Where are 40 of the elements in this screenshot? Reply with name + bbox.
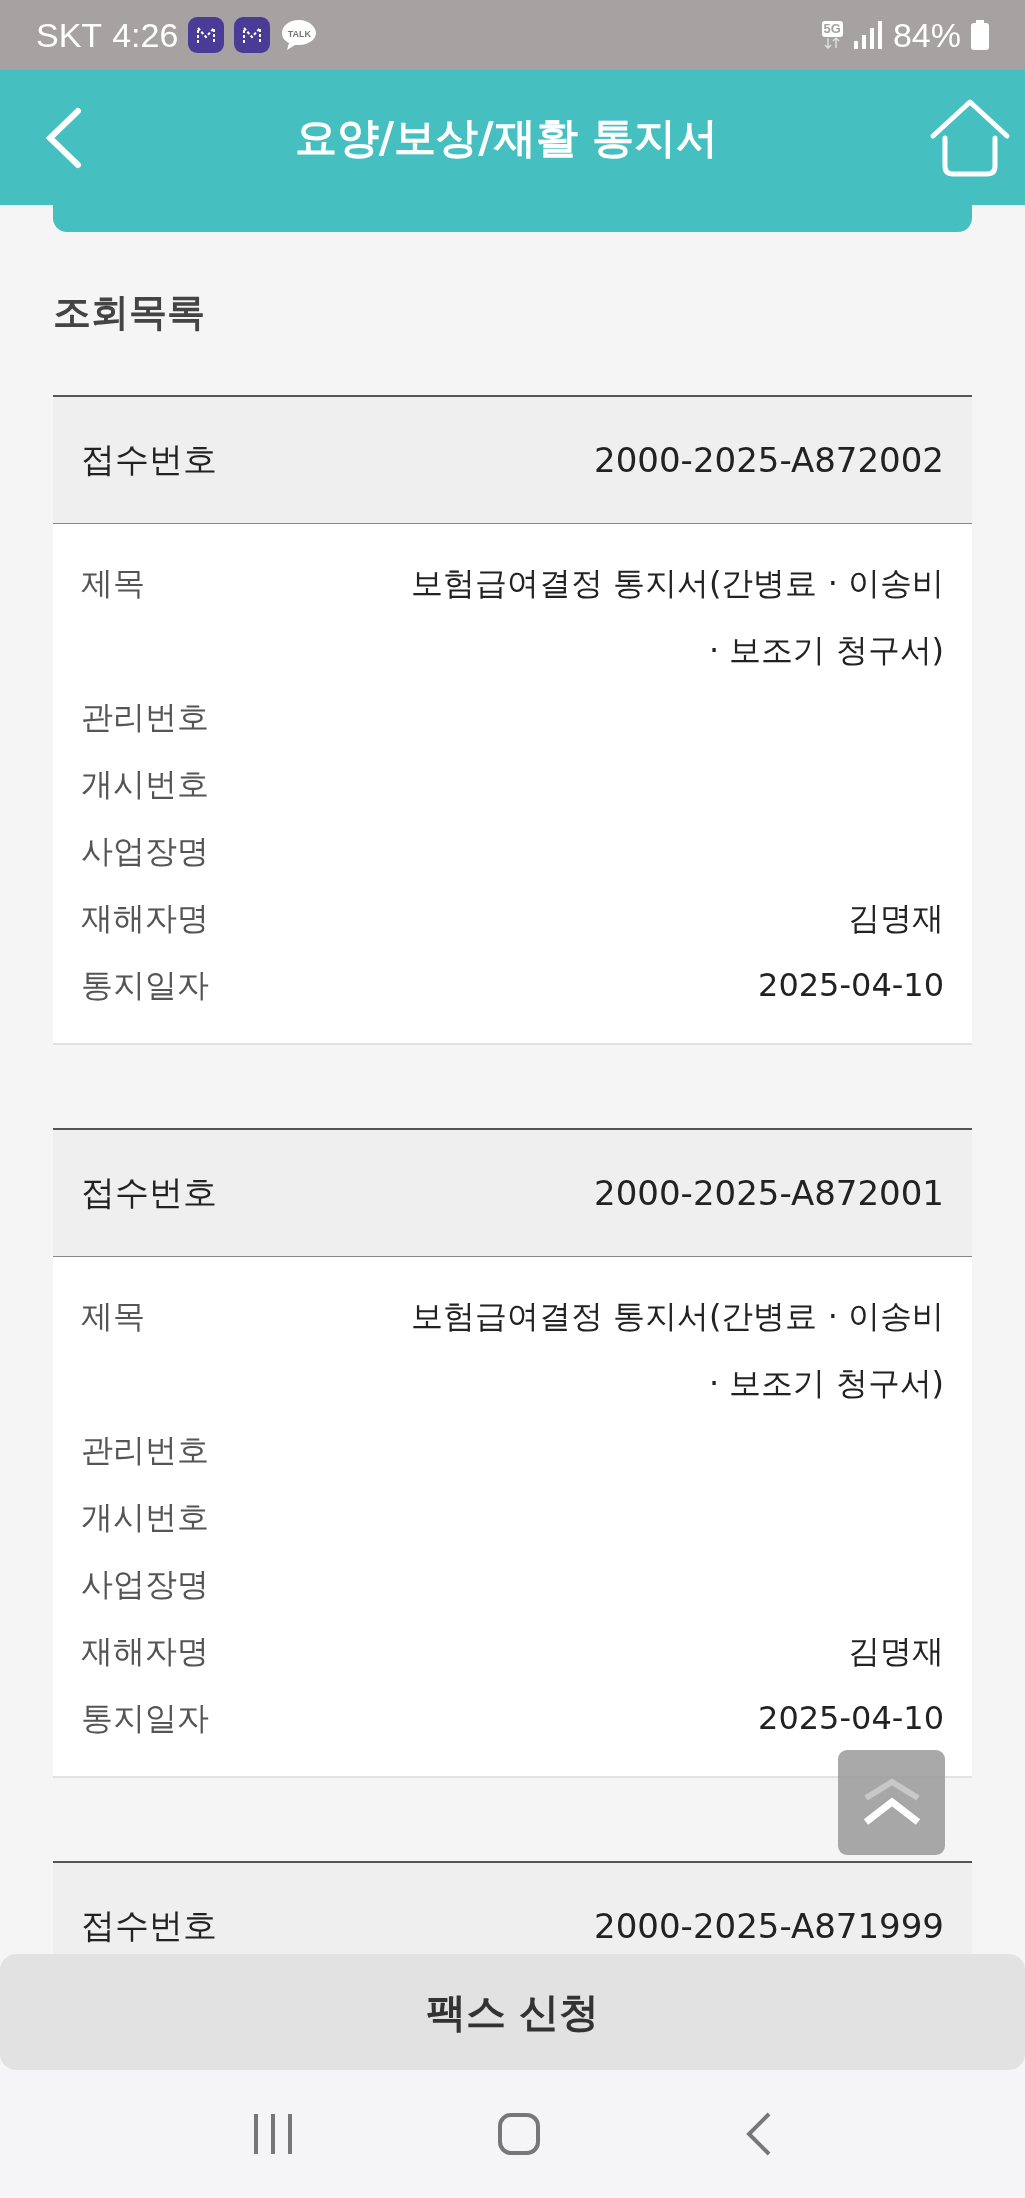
receipt-label: 접수번호 (81, 438, 217, 481)
back-button[interactable] (44, 106, 84, 169)
field-value: 보험급여결정 통지서(간병료 · 이송비 · 보조기 청구서) (409, 563, 944, 671)
receipt-number: 2000-2025-A872002 (594, 440, 944, 480)
field-value: 보험급여결정 통지서(간병료 · 이송비 · 보조기 청구서) (409, 1296, 944, 1404)
scroll-top-button[interactable] (838, 1750, 945, 1855)
field-value: 김명재 (848, 898, 944, 939)
app-icon (234, 17, 271, 53)
field-label: 개시번호 (81, 1497, 210, 1538)
receipt-label: 접수번호 (81, 1171, 217, 1214)
page-title: 요양/보상/재활 통지서 (293, 111, 720, 164)
section-title: 조회목록 (52, 289, 206, 336)
app-icon (188, 17, 225, 53)
field-label: 관리번호 (81, 1430, 210, 1471)
receipt-number: 2000-2025-A872001 (594, 1173, 944, 1213)
receipt-label: 접수번호 (81, 1904, 217, 1947)
field-label: 개시번호 (81, 764, 210, 805)
battery-icon (971, 20, 989, 50)
field-label: 재해자명 (81, 898, 210, 939)
recent-apps-button[interactable] (251, 2112, 294, 2156)
home-nav-button[interactable] (497, 2112, 542, 2156)
carrier-text: SKT (36, 15, 103, 55)
field-label: 제목 (81, 563, 146, 604)
home-button[interactable] (929, 97, 1011, 178)
receipt-number: 2000-2025-A871999 (594, 1906, 944, 1946)
field-value: 김명재 (848, 1631, 944, 1672)
field-label: 관리번호 (81, 697, 210, 738)
clock-time: 4:26 (112, 15, 179, 55)
field-label: 재해자명 (81, 1631, 210, 1672)
field-label: 통지일자 (81, 965, 210, 1006)
signal-icon (852, 21, 883, 49)
chat-badge-text: TALK (287, 28, 311, 39)
field-label: 사업장명 (81, 1564, 210, 1605)
field-value: 2025-04-10 (758, 965, 944, 1006)
battery-percent: 84% (892, 15, 961, 55)
fax-request-button[interactable]: 팩스 신청 (0, 1954, 1025, 2070)
field-label: 제목 (81, 1296, 146, 1337)
field-label: 사업장명 (81, 831, 210, 872)
field-value: 2025-04-10 (758, 1698, 944, 1739)
field-label: 통지일자 (81, 1698, 210, 1739)
